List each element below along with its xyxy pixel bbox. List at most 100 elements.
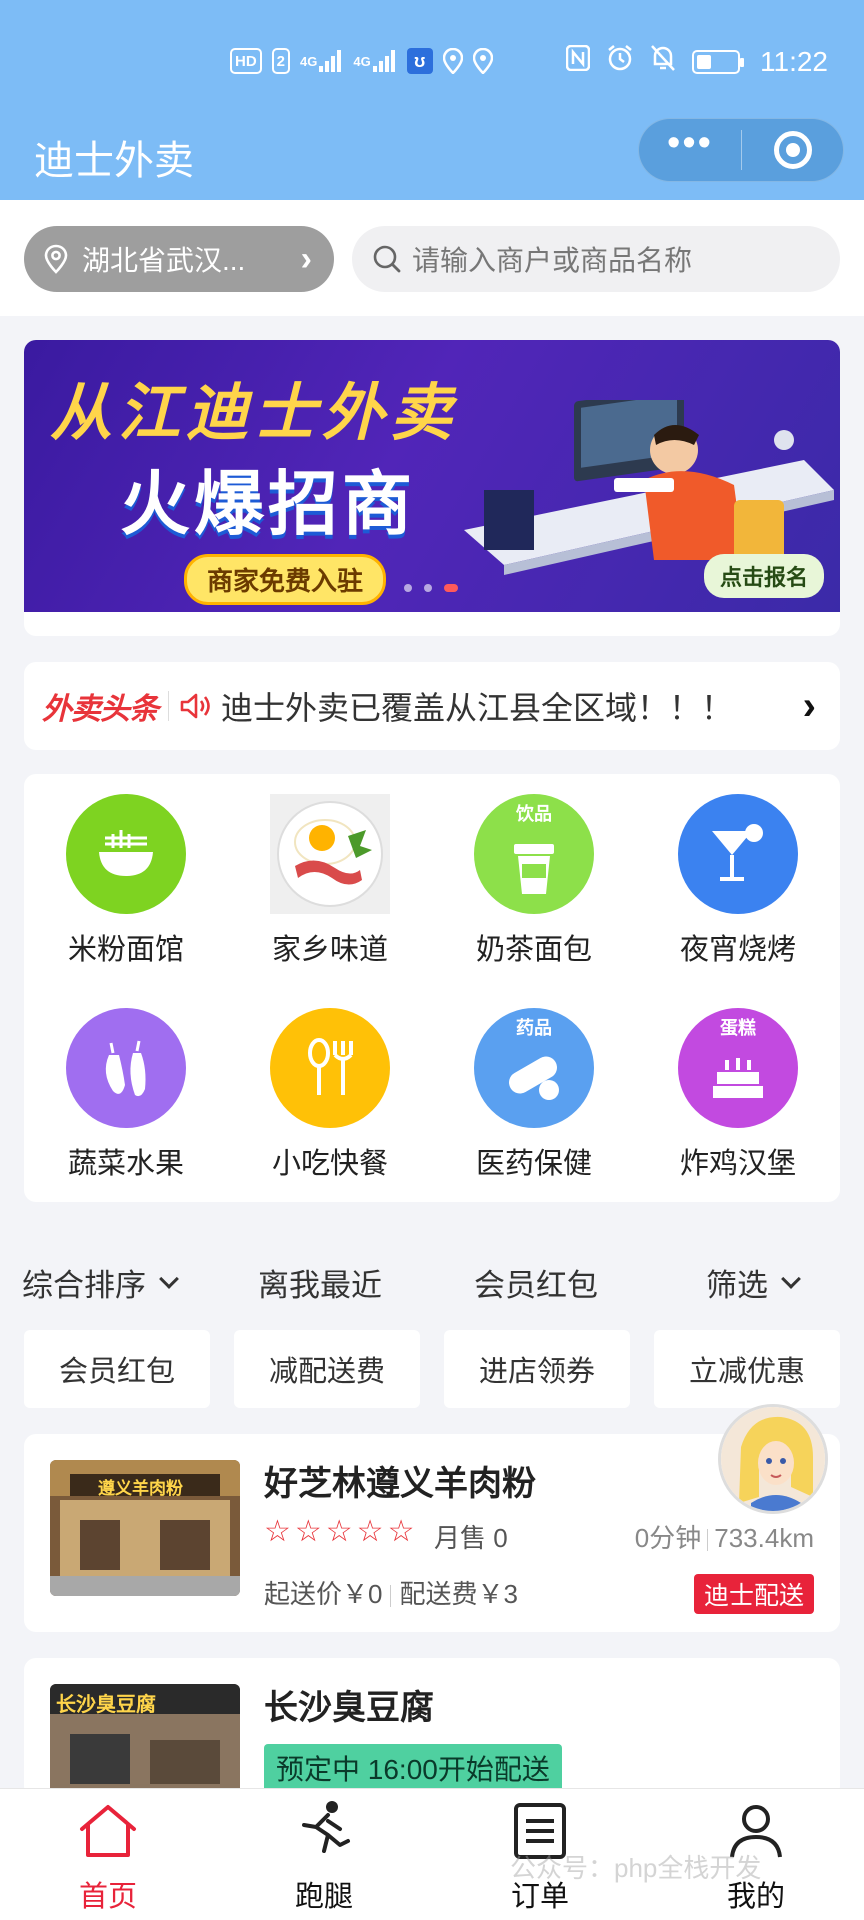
category-bbq[interactable]: 夜宵烧烤: [636, 794, 840, 968]
news-divider: [168, 691, 169, 721]
status-left-icons: HD 2 4G 4G ʊ: [230, 48, 493, 74]
delivery-fee: 配送费￥3: [399, 1579, 518, 1609]
shop-name: 长沙臭豆腐: [264, 1689, 434, 1727]
close-button[interactable]: [742, 119, 843, 181]
target-icon: [773, 131, 812, 169]
chevron-right-icon: ›: [802, 683, 816, 728]
sort-bar: 综合排序 离我最近 会员红包 筛选: [0, 1236, 864, 1320]
location-icon: [442, 48, 463, 74]
news-brand-logo: 外卖头条: [42, 693, 159, 726]
shop-sign-text: 遵义羊肉粉: [98, 1479, 183, 1498]
chevron-right-icon: ›: [300, 239, 312, 278]
sort-nearest[interactable]: 离我最近: [258, 1260, 382, 1305]
rating-stars: ☆☆☆☆☆: [264, 1515, 419, 1548]
time-distance: 0分钟 733.4km: [635, 1518, 814, 1555]
chip-instant-discount[interactable]: 立减优惠: [654, 1330, 840, 1408]
shop-card[interactable]: 长沙臭豆腐 长沙臭豆腐 预定中 16:00开始配送: [24, 1658, 840, 1798]
search-placeholder: 请输入商户或商品名称: [412, 245, 693, 276]
category-tag: 饮品: [516, 804, 552, 824]
noodle-bowl-icon: [66, 794, 186, 914]
app-notification-icon: ʊ: [406, 48, 433, 74]
carousel-indicator: [404, 584, 458, 592]
category-noodles[interactable]: 米粉面馆: [24, 794, 228, 968]
distance: 733.4km: [714, 1523, 814, 1553]
sort-label: 筛选: [706, 1268, 768, 1303]
tab-label: 首页: [78, 1881, 137, 1913]
signal-icon-2: 4G: [353, 48, 396, 74]
eggplant-icon: [66, 1008, 186, 1128]
category-grid: 米粉面馆 家乡味道 饮品 奶茶面包 夜宵烧烤 蔬菜水果 小吃快餐 药品 医药保健…: [24, 774, 840, 1202]
preorder-badge: 预定中 16:00开始配送: [264, 1744, 562, 1792]
category-tag: 蛋糕: [720, 1018, 756, 1038]
sort-member-coupon[interactable]: 会员红包: [474, 1260, 598, 1305]
sort-label: 会员红包: [474, 1268, 598, 1303]
floating-service-avatar[interactable]: [718, 1404, 828, 1514]
signal-icon: 4G: [300, 48, 343, 74]
location-selector[interactable]: 湖北省武汉... ›: [24, 226, 334, 292]
category-medicine[interactable]: 药品 医药保健: [432, 1008, 636, 1182]
chevron-down-icon: [781, 1268, 801, 1289]
miniprogram-capsule: •••: [638, 118, 844, 182]
title-bar: HD 2 4G 4G ʊ 11:22 迪士外卖 •••: [0, 0, 864, 200]
delivery-tag: 迪士配送: [693, 1574, 814, 1614]
merchant-join-button[interactable]: 商家免费入驻: [184, 554, 387, 605]
runner-icon: [292, 1799, 356, 1863]
category-milktea[interactable]: 饮品 奶茶面包: [432, 794, 636, 968]
tab-label: 跑腿: [294, 1881, 353, 1913]
tab-errand[interactable]: 跑腿: [216, 1799, 432, 1915]
cake-icon: 蛋糕: [678, 1008, 798, 1128]
spoon-fork-icon: [270, 1008, 390, 1128]
shop-thumbnail: 遵义羊肉粉: [50, 1460, 240, 1596]
category-label: 小吃快餐: [271, 1148, 388, 1180]
shop-sign-text: 长沙臭豆腐: [56, 1694, 156, 1716]
location-icon-2: [472, 48, 493, 74]
home-icon: [76, 1799, 140, 1863]
milk-tea-icon: 饮品: [474, 794, 594, 914]
min-order: 起送价￥0: [264, 1579, 383, 1609]
cocktail-icon: [678, 794, 798, 914]
search-icon: [373, 245, 401, 273]
chip-reduce-delivery[interactable]: 减配送费: [234, 1330, 420, 1408]
status-right-icons: 11:22: [565, 44, 828, 79]
location-pin-icon: [44, 244, 68, 274]
sort-comprehensive[interactable]: 综合排序: [22, 1260, 179, 1305]
category-label: 蔬菜水果: [67, 1148, 184, 1180]
search-input[interactable]: 请输入商户或商品名称: [352, 226, 840, 292]
category-chicken-burger[interactable]: 蛋糕 炸鸡汉堡: [636, 1008, 840, 1182]
chip-store-coupon[interactable]: 进店领券: [444, 1330, 630, 1408]
category-vegetables[interactable]: 蔬菜水果: [24, 1008, 228, 1182]
category-tag: 药品: [516, 1018, 552, 1038]
clock: 11:22: [760, 45, 828, 77]
nfc-icon: [565, 44, 591, 78]
category-snacks[interactable]: 小吃快餐: [228, 1008, 432, 1182]
filter-button[interactable]: 筛选: [706, 1260, 801, 1305]
sort-label: 离我最近: [258, 1268, 382, 1303]
sim-badge: 2: [271, 48, 291, 74]
category-label: 家乡味道: [271, 934, 388, 966]
shop-name: 好芝林遵义羊肉粉: [264, 1465, 536, 1503]
category-label: 奶茶面包: [475, 934, 592, 966]
signup-badge[interactable]: 点击报名: [703, 554, 824, 598]
app-title: 迪士外卖: [34, 139, 194, 183]
promo-banner[interactable]: 从江迪士外卖 火爆招商 商家免费入驻 点击报名: [24, 340, 840, 612]
news-message: 迪士外卖已覆盖从江县全区域！！！: [221, 690, 734, 726]
category-label: 米粉面馆: [67, 934, 184, 966]
category-label: 夜宵烧烤: [679, 934, 796, 966]
chevron-down-icon: [159, 1268, 179, 1289]
watermark-text: 公众号：php全栈开发: [510, 1853, 762, 1883]
fees: 起送价￥0 配送费￥3: [264, 1574, 518, 1611]
more-button[interactable]: •••: [639, 119, 741, 181]
chip-member-coupon[interactable]: 会员红包: [24, 1330, 210, 1408]
shop-thumbnail: 长沙臭豆腐: [50, 1684, 240, 1798]
news-ticker[interactable]: 外卖头条 迪士外卖已覆盖从江县全区域！！！ ›: [24, 662, 840, 750]
egg-bacon-icon: [270, 794, 390, 914]
monthly-sales: 月售 0: [434, 1523, 508, 1553]
speaker-icon: [180, 693, 210, 719]
hd-badge: HD: [230, 48, 262, 74]
banner-subheadline: 火爆招商: [120, 465, 416, 543]
category-hometown[interactable]: 家乡味道: [228, 794, 432, 968]
banner-card: 从江迪士外卖 火爆招商 商家免费入驻 点击报名: [24, 340, 840, 636]
alarm-icon: [606, 44, 634, 79]
battery-icon: [692, 49, 744, 74]
tab-home[interactable]: 首页: [0, 1799, 216, 1915]
